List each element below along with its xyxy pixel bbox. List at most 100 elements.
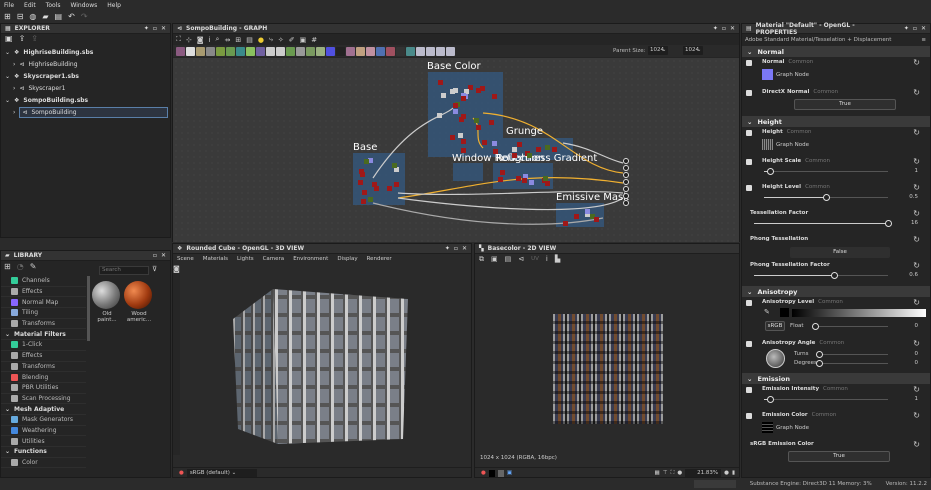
3d-menu-scene[interactable]: Scene <box>177 256 194 262</box>
output-node[interactable] <box>623 179 629 185</box>
graph-node[interactable] <box>521 178 527 184</box>
checkbox[interactable] <box>746 185 752 191</box>
reset-icon[interactable]: ↻ <box>913 235 920 244</box>
reset-icon[interactable]: ↻ <box>913 183 920 192</box>
output-size-select[interactable]: 1024 ⌄ <box>683 46 704 55</box>
library-item[interactable]: Utilities <box>1 436 86 447</box>
graph-node[interactable] <box>460 95 466 101</box>
reset-icon[interactable]: ↻ <box>913 385 920 394</box>
output-node[interactable] <box>623 165 629 171</box>
3d-menu-renderer[interactable]: Renderer <box>367 256 392 262</box>
menu-windows[interactable]: Windows <box>70 2 97 9</box>
graph-node[interactable] <box>489 120 495 126</box>
black-bg-icon[interactable] <box>488 469 495 477</box>
atomic-node-button[interactable] <box>226 46 235 56</box>
graph-node[interactable] <box>453 87 459 93</box>
srgb-button[interactable]: sRGB <box>765 321 785 331</box>
close-icon[interactable]: ✕ <box>730 25 735 32</box>
graph-node[interactable] <box>460 147 466 153</box>
atomic-node-button[interactable] <box>186 46 195 56</box>
brush-icon[interactable]: ✎ <box>30 262 37 274</box>
save-icon[interactable]: ▣ <box>5 34 13 46</box>
reset-icon[interactable]: ↻ <box>913 58 920 67</box>
3d-menu-materials[interactable]: Materials <box>203 256 228 262</box>
link-icon[interactable]: ⇸ <box>224 36 230 44</box>
graph-node[interactable] <box>492 140 498 146</box>
graph-node[interactable] <box>481 140 487 146</box>
close-icon[interactable]: ✕ <box>462 245 467 252</box>
reset-icon[interactable]: ↻ <box>913 88 920 97</box>
graph-node[interactable] <box>458 132 464 138</box>
float-icon[interactable]: ▫ <box>454 245 458 252</box>
library-item[interactable]: Normal Map <box>1 297 86 309</box>
section-anisotropy[interactable]: ⌄ Anisotropy <box>742 286 930 297</box>
save-all-icon[interactable]: ▤ <box>55 12 63 21</box>
graph-node[interactable] <box>364 158 370 164</box>
graph-node[interactable] <box>362 190 368 196</box>
atomic-node-button[interactable] <box>446 46 455 56</box>
graph-node[interactable] <box>476 124 482 130</box>
slider-track[interactable] <box>816 351 888 358</box>
pin-node-icon[interactable]: ⤷ <box>269 35 273 44</box>
graph-node[interactable] <box>359 171 365 177</box>
library-item[interactable]: Weathering <box>1 426 86 437</box>
graph-node[interactable] <box>368 197 374 203</box>
library-item[interactable]: Effects <box>1 287 86 298</box>
zoom-out-icon[interactable]: ● <box>677 470 682 476</box>
library-item[interactable]: PBR Utilities <box>1 383 86 394</box>
pin-icon[interactable]: ✦ <box>445 245 450 252</box>
pin-icon[interactable]: ✦ <box>144 25 149 32</box>
package-row[interactable]: ⌄ ❖ SompoBuilding.sbs <box>1 94 170 106</box>
library-search-input[interactable]: Search <box>99 266 149 275</box>
graph-node[interactable] <box>360 198 366 204</box>
atomic-node-button[interactable] <box>266 46 275 56</box>
float-icon[interactable]: ▫ <box>913 25 917 32</box>
clipboard-icon[interactable]: ▤ <box>505 255 512 263</box>
eyedropper-icon[interactable]: ✎ <box>764 308 770 316</box>
emission-swatch[interactable] <box>762 422 773 433</box>
atomic-node-button[interactable] <box>296 46 305 56</box>
center-icon[interactable]: ⊹ <box>186 36 192 44</box>
3d-menu-environment[interactable]: Environment <box>293 256 328 262</box>
colorspace-select[interactable]: sRGB (default) ⌄ <box>186 469 257 477</box>
reset-icon[interactable]: ↻ <box>913 128 920 137</box>
menu-icon[interactable]: ≡ <box>921 37 926 43</box>
slider-knob[interactable] <box>823 194 830 201</box>
atomic-node-button[interactable] <box>356 46 365 56</box>
graph-node[interactable] <box>453 102 459 108</box>
tools-icon[interactable]: ✧ <box>278 36 284 44</box>
graph-node[interactable] <box>392 163 398 169</box>
search-icon[interactable]: ⌕ <box>216 35 220 44</box>
atomic-node-button[interactable] <box>236 46 245 56</box>
gradient-bar[interactable] <box>792 309 926 317</box>
save-icon[interactable]: ▣ <box>491 255 498 263</box>
tree-icon[interactable]: ⊞ <box>4 262 11 274</box>
reset-icon[interactable]: ↻ <box>913 298 920 307</box>
checkbox[interactable] <box>746 300 752 306</box>
copy-icon[interactable]: ⧉ <box>479 255 484 264</box>
library-item[interactable]: Effects <box>1 351 86 362</box>
graph-node[interactable] <box>393 181 399 187</box>
reset-icon[interactable]: ↻ <box>913 440 920 449</box>
new-substance-icon[interactable]: ⊟ <box>17 12 24 21</box>
menu-edit[interactable]: Edit <box>24 2 36 9</box>
tiling-icon[interactable]: ⊤ <box>663 470 668 476</box>
library-item[interactable]: Transforms <box>1 362 86 373</box>
atomic-node-button[interactable] <box>416 46 425 56</box>
library-item[interactable]: Blending <box>1 372 86 383</box>
graph-node[interactable] <box>440 92 446 98</box>
graph-node[interactable] <box>437 79 443 85</box>
float-icon[interactable]: ▫ <box>153 25 157 32</box>
export-icon[interactable]: ⇪ <box>31 34 38 46</box>
section-normal[interactable]: ⌄ Normal <box>742 46 930 57</box>
output-node[interactable] <box>623 200 629 206</box>
close-icon[interactable]: ✕ <box>921 25 926 32</box>
atomic-node-button[interactable] <box>196 46 205 56</box>
angle-dial[interactable] <box>766 349 785 368</box>
camera-icon[interactable]: ◙ <box>173 265 180 273</box>
graph-node[interactable] <box>512 146 518 152</box>
dot-icon[interactable]: ● <box>258 36 264 44</box>
output-node[interactable] <box>623 186 629 192</box>
reset-icon[interactable]: ↻ <box>913 157 920 166</box>
graph-node[interactable] <box>436 113 442 119</box>
